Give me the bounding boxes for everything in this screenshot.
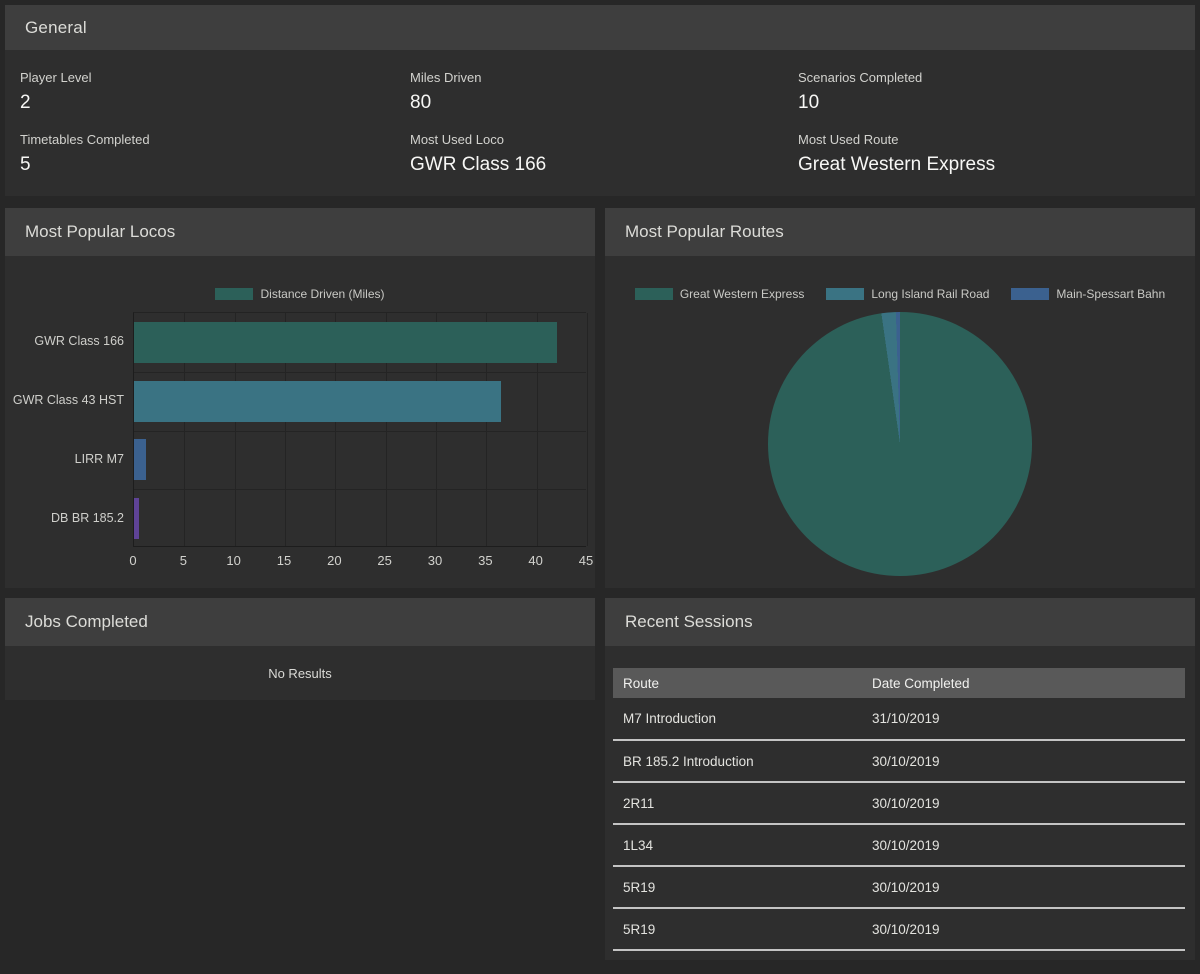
table-row: 1L3430/10/2019 — [613, 824, 1185, 866]
session-route-cell: M7 Introduction — [613, 698, 862, 740]
table-row: 2R1130/10/2019 — [613, 782, 1185, 824]
bar-chart-gridline — [587, 313, 588, 546]
panel-jobs-completed: Jobs Completed No Results — [5, 598, 595, 700]
session-route-cell: 1L34 — [613, 824, 862, 866]
stat-value: GWR Class 166 — [410, 154, 798, 176]
table-row: 5R1930/10/2019 — [613, 866, 1185, 908]
stat-value: 5 — [20, 154, 410, 176]
bar-gwr-class-43-hst — [134, 381, 501, 422]
stat-label: Miles Driven — [410, 70, 798, 85]
session-route-cell: 5R19 — [613, 908, 862, 950]
bar-gwr-class-166 — [134, 322, 557, 363]
stat-item: Miles Driven 80 — [410, 70, 798, 130]
table-row: 5R1930/10/2019 — [613, 908, 1185, 950]
legend-item-long-island-rail-road[interactable]: Long Island Rail Road — [826, 287, 989, 301]
stat-label: Most Used Route — [798, 132, 1195, 147]
legend-swatch — [635, 288, 673, 300]
legend-item-main-spessart-bahn[interactable]: Main-Spessart Bahn — [1011, 287, 1165, 301]
bar-chart-gridline — [134, 372, 586, 373]
stat-item: Player Level 2 — [20, 70, 410, 130]
x-axis-tick-label: 40 — [528, 553, 542, 568]
legend-item-distance-driven[interactable]: Distance Driven (Miles) — [215, 287, 384, 301]
jobs-no-results-text: No Results — [268, 666, 332, 681]
stat-value: 2 — [20, 92, 410, 114]
bar-chart-x-axis: 051015202530354045 — [133, 547, 586, 569]
table-row: M7 Introduction31/10/2019 — [613, 698, 1185, 740]
bar-chart-category-labels: GWR Class 166GWR Class 43 HSTLIRR M7DB B… — [5, 312, 133, 547]
sessions-column-header: Route — [613, 668, 862, 698]
stat-item: Scenarios Completed 10 — [798, 70, 1195, 130]
session-date-cell: 30/10/2019 — [862, 782, 1185, 824]
legend-label: Distance Driven (Miles) — [260, 287, 384, 301]
x-axis-tick-label: 20 — [327, 553, 341, 568]
stat-label: Scenarios Completed — [798, 70, 1195, 85]
legend-label: Long Island Rail Road — [871, 287, 989, 301]
x-axis-tick-label: 35 — [478, 553, 492, 568]
legend-swatch — [826, 288, 864, 300]
bar-chart-plot-area — [133, 312, 586, 547]
legend-swatch — [215, 288, 253, 300]
session-route-cell: 2R11 — [613, 782, 862, 824]
session-date-cell: 30/10/2019 — [862, 824, 1185, 866]
session-date-cell: 30/10/2019 — [862, 908, 1185, 950]
bar-db-br-185-2 — [134, 498, 139, 539]
panel-title-sessions: Recent Sessions — [605, 598, 1195, 646]
stat-value: 80 — [410, 92, 798, 114]
panel-most-popular-routes: Most Popular Routes Great Western Expres… — [605, 208, 1195, 588]
stat-label: Most Used Loco — [410, 132, 798, 147]
legend-label: Main-Spessart Bahn — [1056, 287, 1165, 301]
x-axis-tick-label: 45 — [579, 553, 593, 568]
bar-category-label: LIRR M7 — [5, 430, 133, 489]
x-axis-tick-label: 25 — [377, 553, 391, 568]
panel-title-routes: Most Popular Routes — [605, 208, 1195, 256]
routes-pie-chart — [768, 312, 1032, 576]
general-header: General — [5, 5, 1195, 50]
pie-chart-legend: Great Western Express Long Island Rail Ro… — [605, 286, 1195, 302]
bar-chart-gridline — [134, 489, 586, 490]
bar-chart: GWR Class 166GWR Class 43 HSTLIRR M7DB B… — [5, 312, 595, 547]
panel-title-locos: Most Popular Locos — [5, 208, 595, 256]
stats-grid: Player Level 2Miles Driven 80Scenarios Com… — [5, 50, 1195, 196]
sessions-table: RouteDate Completed M7 Introduction31/10… — [613, 668, 1185, 951]
session-date-cell: 30/10/2019 — [862, 866, 1185, 908]
x-axis-tick-label: 15 — [277, 553, 291, 568]
stat-value: 10 — [798, 92, 1195, 114]
general-title: General — [25, 18, 87, 37]
stat-label: Player Level — [20, 70, 410, 85]
stat-item: Most Used Loco GWR Class 166 — [410, 132, 798, 192]
sessions-column-header: Date Completed — [862, 668, 1185, 698]
stat-value: Great Western Express — [798, 154, 1195, 176]
session-date-cell: 31/10/2019 — [862, 698, 1185, 740]
x-axis-tick-label: 5 — [180, 553, 187, 568]
panel-title-jobs: Jobs Completed — [5, 598, 595, 646]
legend-swatch — [1011, 288, 1049, 300]
session-route-cell: 5R19 — [613, 866, 862, 908]
x-axis-tick-label: 30 — [428, 553, 442, 568]
legend-item-great-western-express[interactable]: Great Western Express — [635, 287, 805, 301]
bar-chart-gridline — [134, 431, 586, 432]
bar-chart-legend: Distance Driven (Miles) — [5, 286, 595, 302]
stat-label: Timetables Completed — [20, 132, 410, 147]
panel-recent-sessions: Recent Sessions RouteDate Completed M7 I… — [605, 598, 1195, 960]
table-row: BR 185.2 Introduction30/10/2019 — [613, 740, 1185, 782]
session-route-cell: BR 185.2 Introduction — [613, 740, 862, 782]
x-axis-tick-label: 0 — [129, 553, 136, 568]
panel-most-popular-locos: Most Popular Locos Distance Driven (Mile… — [5, 208, 595, 588]
stat-item: Most Used Route Great Western Express — [798, 132, 1195, 192]
x-axis-tick-label: 10 — [226, 553, 240, 568]
bar-category-label: GWR Class 166 — [5, 312, 133, 371]
stat-item: Timetables Completed 5 — [20, 132, 410, 192]
sessions-table-header-row: RouteDate Completed — [613, 668, 1185, 698]
legend-label: Great Western Express — [680, 287, 805, 301]
bar-lirr-m7 — [134, 439, 146, 480]
bar-category-label: DB BR 185.2 — [5, 488, 133, 547]
bar-category-label: GWR Class 43 HST — [5, 371, 133, 430]
session-date-cell: 30/10/2019 — [862, 740, 1185, 782]
